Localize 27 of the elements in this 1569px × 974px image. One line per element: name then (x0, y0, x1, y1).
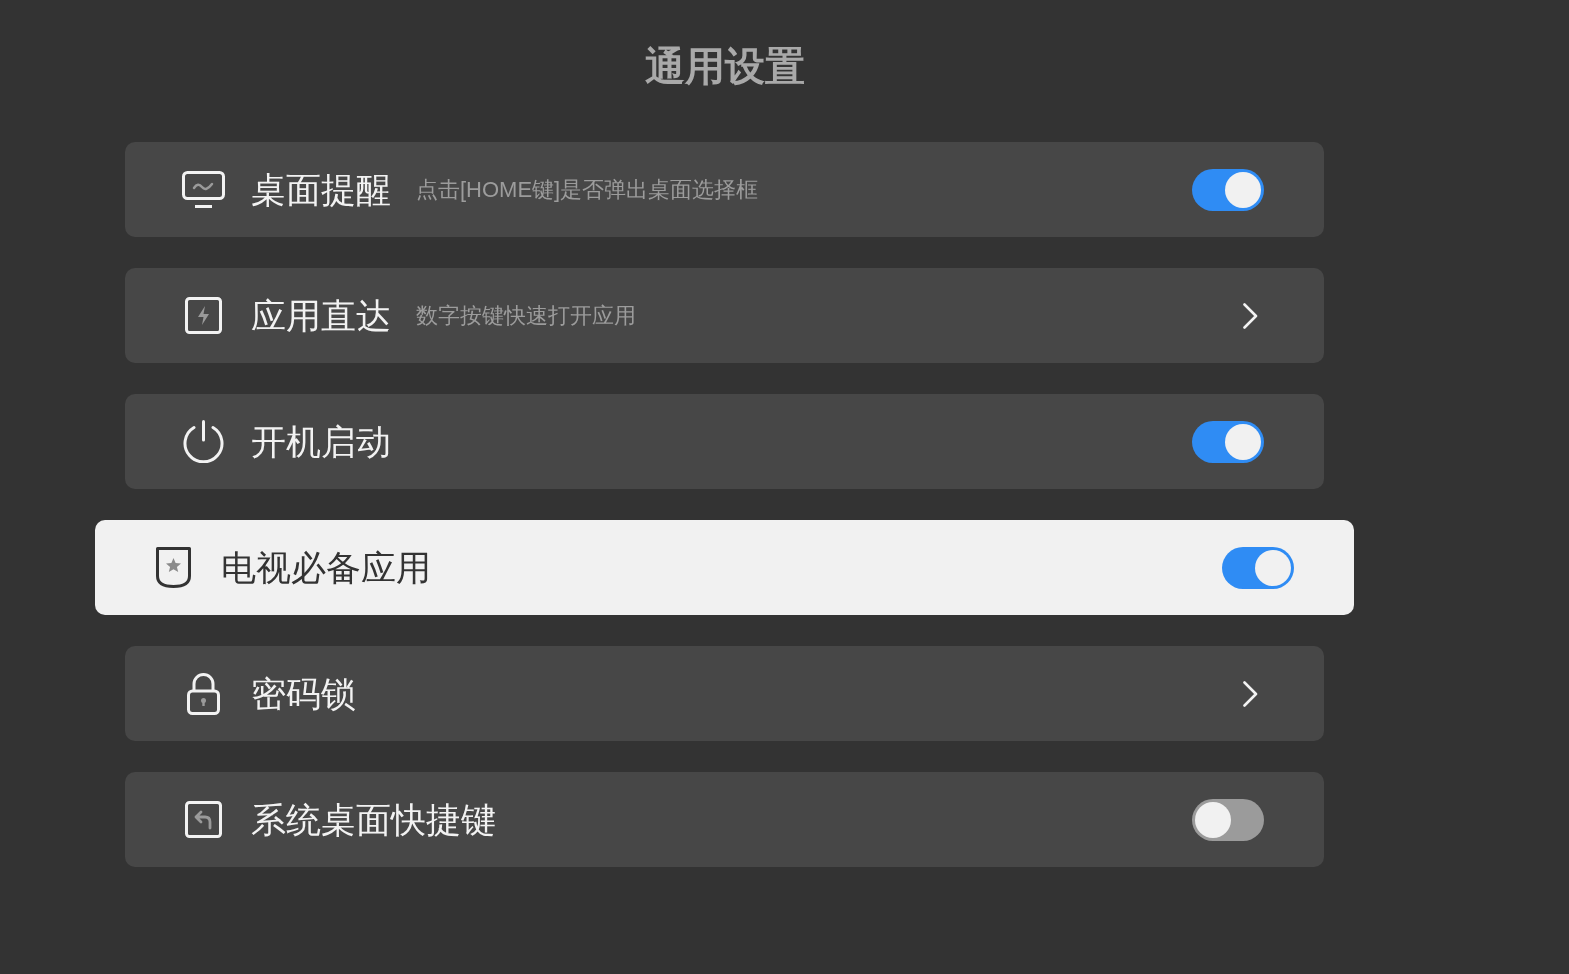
setting-row[interactable]: 桌面提醒 点击[HOME键]是否弹出桌面选择框 (125, 142, 1324, 237)
setting-description: 点击[HOME键]是否弹出桌面选择框 (416, 175, 759, 204)
setting-label: 桌面提醒 (251, 168, 391, 211)
toggle-switch[interactable] (1222, 546, 1294, 589)
setting-row[interactable]: 密码锁 (125, 646, 1324, 741)
setting-row[interactable]: 系统桌面快捷键 (125, 772, 1324, 867)
setting-label: 电视必备应用 (221, 546, 431, 589)
lock-icon (186, 672, 220, 715)
setting-description: 数字按键快速打开应用 (416, 301, 636, 330)
return-arrow-square-icon (184, 801, 222, 838)
lightning-square-icon (184, 297, 222, 334)
page-title: 通用设置 (644, 43, 805, 90)
setting-label: 系统桌面快捷键 (251, 798, 496, 841)
toggle-switch[interactable] (1192, 420, 1264, 463)
setting-label: 开机启动 (251, 420, 391, 463)
toggle-switch[interactable] (1192, 168, 1264, 211)
shield-star-icon (155, 547, 191, 588)
toggle-switch[interactable] (1192, 798, 1264, 841)
chevron-right-icon (1243, 680, 1258, 707)
setting-row[interactable]: 开机启动 (125, 394, 1324, 489)
monitor-icon (181, 171, 225, 208)
setting-row[interactable]: 应用直达 数字按键快速打开应用 (125, 268, 1324, 363)
chevron-right-icon (1243, 302, 1258, 329)
power-icon (181, 420, 225, 463)
setting-label: 应用直达 (251, 294, 391, 337)
setting-row[interactable]: 电视必备应用 (95, 520, 1354, 615)
setting-label: 密码锁 (251, 672, 356, 715)
